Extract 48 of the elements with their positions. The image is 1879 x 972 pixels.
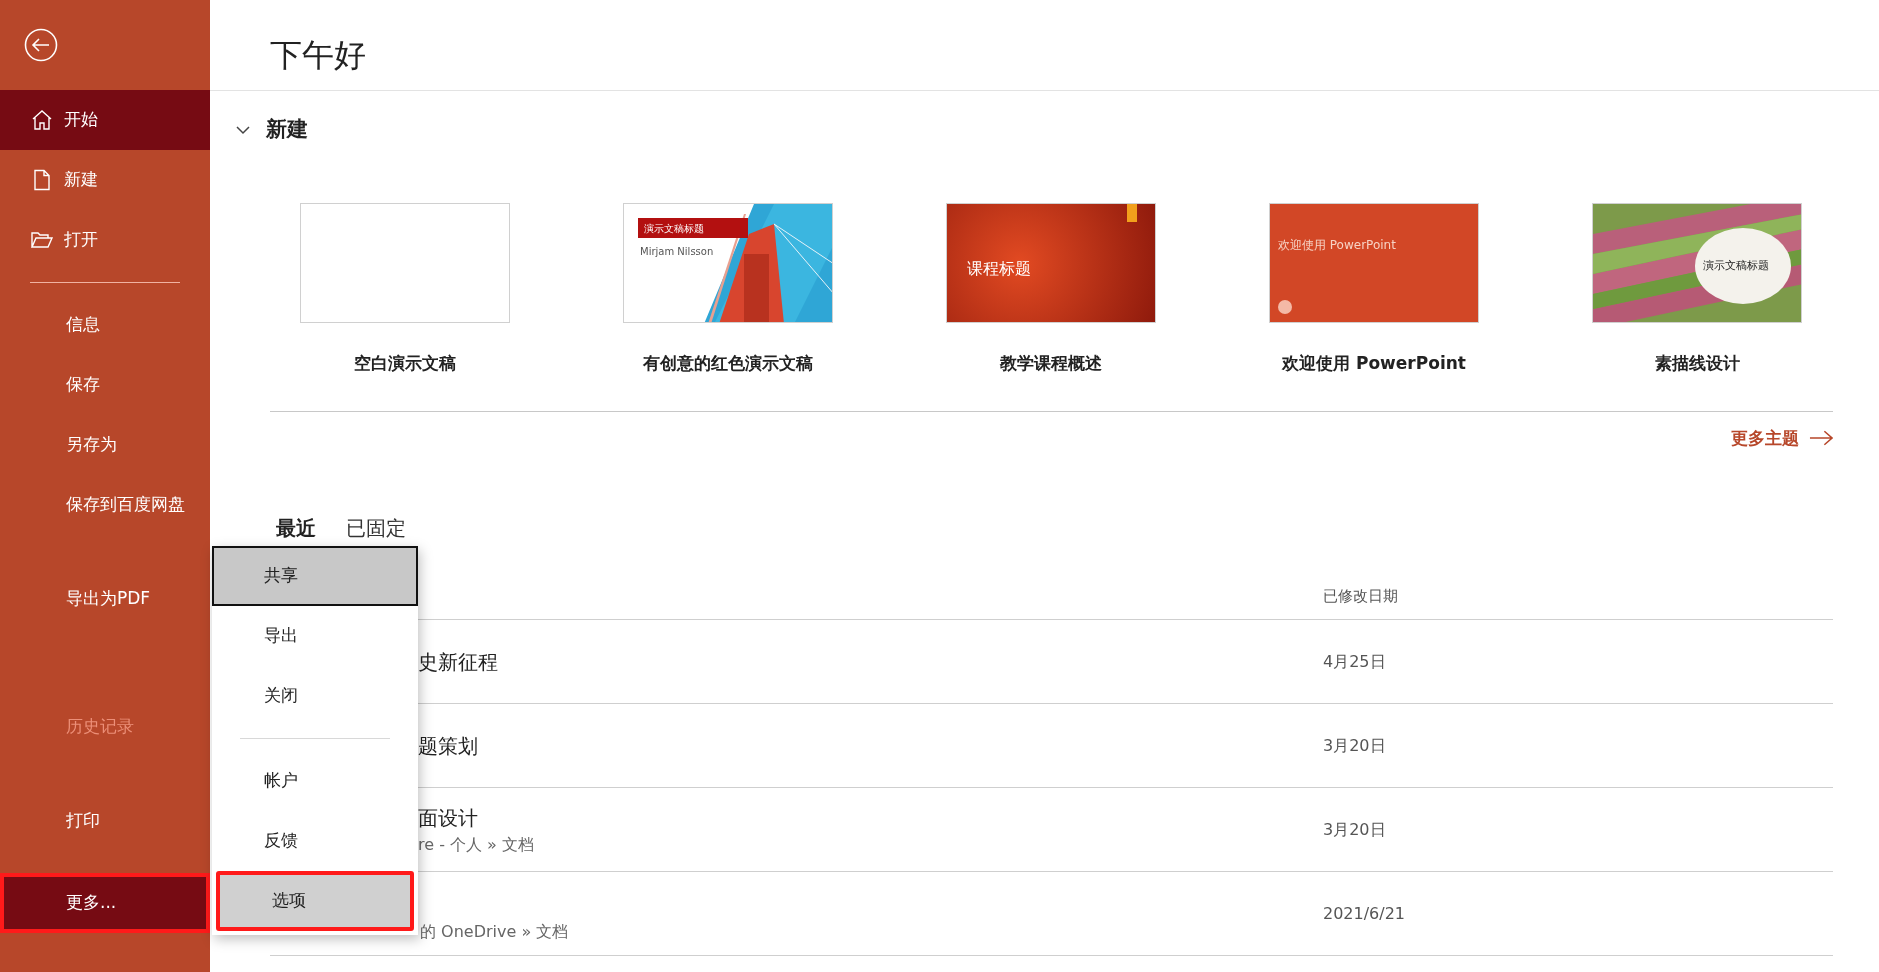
more-themes-link[interactable]: 更多主题 (1731, 425, 1833, 451)
greeting-title: 下午好 (270, 35, 366, 76)
slide-subtitle: Mirjam Nilsson (640, 245, 714, 259)
menu-item[interactable]: 选项 (216, 871, 414, 931)
template-name[interactable]: 有创意的红色演示文稿 (643, 351, 813, 377)
sidebar-item[interactable]: 信息 (0, 295, 210, 355)
slide-title: 欢迎使用 PowerPoint (1278, 237, 1397, 254)
template-name[interactable]: 素描线设计 (1654, 351, 1740, 377)
sidebar-item[interactable]: 更多... (0, 873, 210, 933)
sidebar-item[interactable]: 打印 (0, 791, 210, 851)
sidebar-item[interactable]: 导出为PDF (0, 569, 210, 629)
menu-item[interactable]: 导出 (212, 606, 418, 666)
menu-item[interactable]: 帐户 (212, 751, 418, 811)
home-icon (30, 108, 54, 132)
modified-date: 4月25日 (1323, 650, 1387, 673)
modified-date: 3月20日 (1323, 734, 1387, 757)
logo-icon (1278, 300, 1292, 314)
sidebar-item[interactable]: 开始 (0, 90, 210, 150)
slide-title: 演示文稿标题 (644, 221, 704, 236)
back-icon[interactable] (24, 28, 58, 62)
recent-tab[interactable]: 最近 (276, 513, 316, 543)
sidebar-item[interactable]: 新建 (0, 150, 210, 210)
sidebar-item[interactable]: 保存到百度网盘 (0, 475, 210, 535)
template-thumbnail[interactable]: 课程标题 (946, 203, 1156, 323)
template-name[interactable]: 教学课程概述 (1000, 351, 1102, 377)
menu-item[interactable]: 反馈 (212, 811, 418, 871)
file-location: 的 OneDrive » 文档 (420, 920, 570, 943)
slide-title: 演示文稿标题 (1703, 258, 1769, 274)
recent-tab[interactable]: 已固定 (346, 513, 406, 543)
file-name: 面设计 (418, 804, 479, 832)
menu-item[interactable]: 关闭 (212, 666, 418, 726)
file-location: re - 个人 » 文档 (418, 833, 535, 856)
accent-tab (1127, 204, 1137, 222)
menu-item[interactable]: 共享 (212, 546, 418, 606)
sidebar-item[interactable]: 另存为 (0, 415, 210, 475)
arrow-right-icon (1809, 430, 1833, 447)
sidebar-item[interactable]: 保存 (0, 355, 210, 415)
template-thumbnail[interactable] (300, 203, 510, 323)
sidebar-item[interactable]: 打开 (0, 210, 210, 270)
file-name: 题策划 (418, 732, 479, 760)
modified-date: 3月20日 (1323, 818, 1387, 841)
section-title: 新建 (266, 116, 308, 144)
column-header: 已修改日期 (1323, 585, 1399, 607)
template-name[interactable]: 空白演示文稿 (354, 351, 456, 377)
file-name: 史新征程 (418, 648, 499, 676)
template-name[interactable]: 欢迎使用 PowerPoint (1282, 351, 1466, 377)
slide-title: 课程标题 (967, 258, 1031, 280)
modified-date: 2021/6/21 (1323, 902, 1407, 925)
